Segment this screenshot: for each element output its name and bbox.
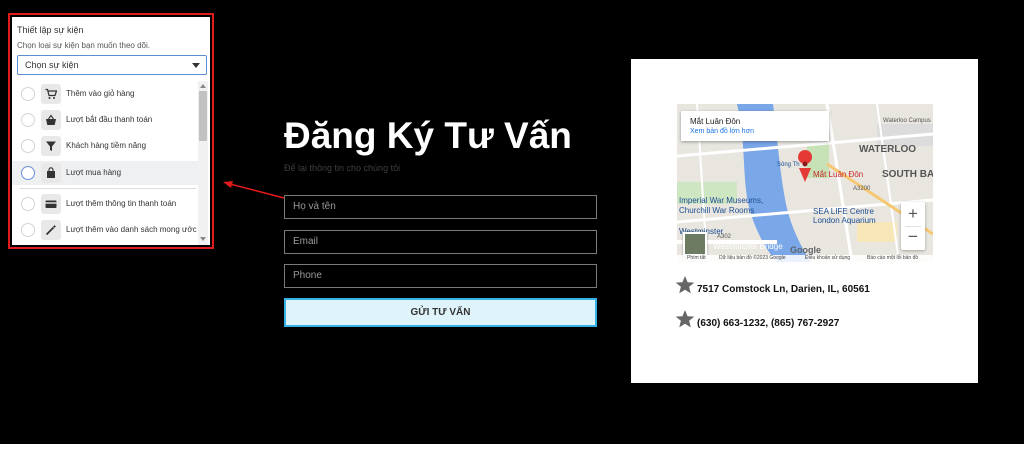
street-view-thumbnail[interactable] <box>683 232 707 256</box>
scroll-up-arrow-icon[interactable] <box>200 84 206 88</box>
contact-card: Mắt Luân Đôn Xem bản đồ lớn hơn WATERLOO… <box>631 59 978 383</box>
phone-text: (630) 663-1232, (865) 767-2927 <box>697 318 840 329</box>
page-footer-strip <box>0 444 1024 463</box>
map-data-attribution: Dữ liệu bản đồ ©2023 Google <box>719 255 786 261</box>
credit-card-icon <box>41 194 61 214</box>
map-label-river: Sông Th <box>777 162 800 168</box>
funnel-icon <box>41 136 61 156</box>
option-radio[interactable] <box>21 139 35 153</box>
zoom-out-button[interactable]: − <box>901 226 925 250</box>
phone-input[interactable]: Phone <box>284 264 597 288</box>
form-subtitle: Để lại thông tin cho chúng tôi <box>284 163 401 173</box>
star-icon <box>675 276 695 294</box>
popup-title: Thiết lập sự kiện <box>17 25 84 35</box>
scrollbar-thumb[interactable] <box>199 91 207 141</box>
option-radio[interactable] <box>21 113 35 127</box>
google-logo: Google <box>790 245 821 255</box>
event-option-add-payment-info[interactable]: Lượt thêm thông tin thanh toán <box>12 192 198 216</box>
option-radio[interactable] <box>21 197 35 211</box>
keyboard-shortcuts-link[interactable]: Phím tắt <box>687 255 706 262</box>
event-select-value: Chọn sự kiện <box>25 60 79 70</box>
report-map-error-link[interactable]: Báo cáo một lỗi bản đồ <box>867 255 918 262</box>
map-label-aquarium: London Aquarium <box>813 216 876 225</box>
option-label: Khách hàng tiềm năng <box>66 141 147 150</box>
option-label: Lượt bắt đầu thanh toán <box>66 115 153 124</box>
map-label-churchill: Churchill War Rooms <box>679 206 755 215</box>
chevron-down-icon <box>192 63 200 68</box>
embedded-map[interactable]: Mắt Luân Đôn Xem bản đồ lớn hơn WATERLOO… <box>677 104 933 262</box>
map-label-a3200: A3200 <box>853 186 871 192</box>
map-label-sea-life: SEA LIFE Centre <box>813 207 874 216</box>
event-option-purchase[interactable]: Lượt mua hàng <box>12 161 198 185</box>
map-label-waterloo-campus: Waterloo Campus <box>883 118 931 124</box>
shopping-bag-icon <box>41 163 61 183</box>
option-radio[interactable] <box>21 87 35 101</box>
magic-wand-icon <box>41 220 61 240</box>
option-divider <box>20 188 196 189</box>
terms-link[interactable]: Điều khoản sử dụng <box>805 255 850 262</box>
event-option-add-to-cart[interactable]: Thêm vào giỏ hàng <box>12 82 198 106</box>
map-attribution-bar: Phím tắt Dữ liệu bản đồ ©2023 Google Điề… <box>677 255 933 262</box>
view-larger-map-link[interactable]: Xem bản đồ lớn hơn <box>690 128 754 135</box>
event-settings-popup: Thiết lập sự kiện Chọn loại sự kiện bạn … <box>12 17 210 245</box>
map-place-name: Mắt Luân Đôn <box>690 117 741 126</box>
basket-icon <box>41 110 61 130</box>
option-radio[interactable] <box>21 166 35 180</box>
name-input[interactable]: Họ và tên <box>284 195 597 219</box>
map-label-a302: A302 <box>717 234 732 240</box>
map-label-war-museums: Imperial War Museums, <box>679 196 764 205</box>
map-label-westminster-bridge: Westminster Bridge <box>713 242 783 251</box>
zoom-in-button[interactable]: + <box>901 202 925 226</box>
option-label: Lượt thêm thông tin thanh toán <box>66 199 177 208</box>
annotation-arrow-icon <box>223 181 289 200</box>
event-option-initiate-checkout[interactable]: Lượt bắt đầu thanh toán <box>12 108 198 132</box>
page-background: Thiết lập sự kiện Chọn loại sự kiện bạn … <box>0 0 1024 444</box>
star-icon <box>675 310 695 328</box>
event-option-list: Thêm vào giỏ hàng Lượt bắt đầu thanh toá… <box>12 81 198 245</box>
map-label-south-bank: SOUTH BA <box>882 169 933 180</box>
event-option-add-to-wishlist[interactable]: Lượt thêm vào danh sách mong ước <box>12 218 198 242</box>
map-zoom-control: + − <box>901 202 925 250</box>
option-radio[interactable] <box>21 223 35 237</box>
event-select-dropdown[interactable]: Chọn sự kiện <box>17 55 207 75</box>
option-label: Lượt thêm vào danh sách mong ước <box>66 225 197 234</box>
map-label-waterloo: WATERLOO <box>859 144 917 155</box>
popup-subtitle: Chọn loại sự kiện bạn muốn theo dõi. <box>17 41 150 50</box>
email-input[interactable]: Email <box>284 230 597 254</box>
scroll-down-arrow-icon[interactable] <box>200 237 206 241</box>
option-label: Thêm vào giỏ hàng <box>66 89 135 98</box>
address-text: 7517 Comstock Ln, Darien, IL, 60561 <box>697 284 870 295</box>
option-label: Lượt mua hàng <box>66 168 122 177</box>
option-list-scrollbar[interactable] <box>198 81 208 245</box>
map-marker-label: Mắt Luân Đôn <box>813 170 864 179</box>
map-place-card: Mắt Luân Đôn Xem bản đồ lớn hơn <box>681 111 829 141</box>
event-option-lead[interactable]: Khách hàng tiềm năng <box>12 134 198 158</box>
submit-consultation-button[interactable]: GỬI TƯ VẤN <box>284 298 597 327</box>
cart-icon <box>41 84 61 104</box>
form-title: Đăng Ký Tư Vấn <box>284 115 572 156</box>
